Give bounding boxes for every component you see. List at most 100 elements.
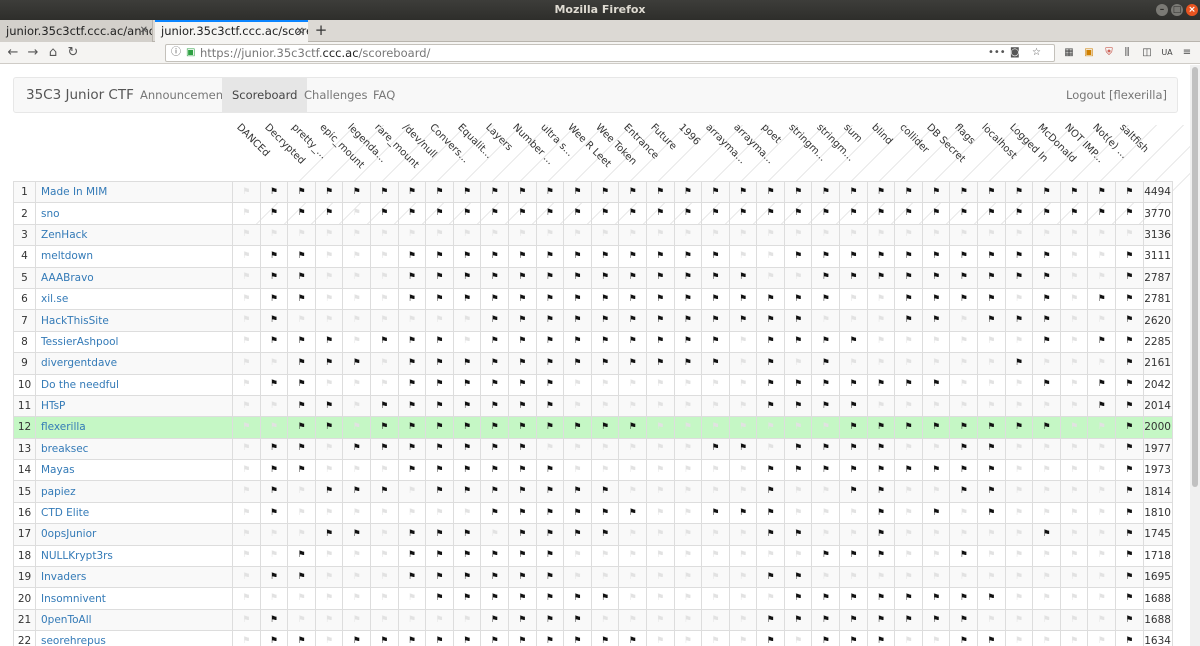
solved-flag-icon: ⚑ <box>1115 373 1144 396</box>
team-name-link[interactable]: seorehrepus <box>35 630 233 646</box>
unsolved-flag-icon: ⚑ <box>342 394 371 418</box>
solved-flag-icon: ⚑ <box>756 459 785 482</box>
unsolved-flag-icon: ⚑ <box>645 501 675 525</box>
solved-flag-icon: ⚑ <box>287 437 316 461</box>
team-name-link[interactable]: Do the needful <box>35 373 233 396</box>
new-tab-icon[interactable]: + <box>312 20 330 42</box>
unsolved-flag-icon: ⚑ <box>563 373 592 396</box>
unsolved-flag-icon: ⚑ <box>314 587 344 610</box>
solved-flag-icon: ⚑ <box>480 287 509 311</box>
minimize-icon[interactable]: – <box>1156 4 1168 16</box>
unsolved-flag-icon: ⚑ <box>894 566 923 589</box>
solved-flag-icon: ⚑ <box>425 630 454 646</box>
solved-flag-icon: ⚑ <box>949 630 979 646</box>
unsolved-flag-icon: ⚑ <box>1059 630 1089 646</box>
unsolved-flag-icon: ⚑ <box>342 587 371 610</box>
solved-flag-icon: ⚑ <box>811 202 841 225</box>
unsolved-flag-icon: ⚑ <box>342 245 371 268</box>
ua-icon[interactable]: UA <box>1160 45 1174 61</box>
solved-flag-icon: ⚑ <box>369 416 399 439</box>
team-name-link[interactable]: meltdown <box>35 245 233 268</box>
browser-tab-scoreboard[interactable]: junior.35c3ctf.ccc.ac/scoreb ✕ <box>155 20 308 42</box>
team-name-link[interactable]: breaksec <box>35 437 233 461</box>
solved-flag-icon: ⚑ <box>1115 437 1144 461</box>
team-name-link[interactable]: flexerilla <box>35 416 233 439</box>
unsolved-flag-icon: ⚑ <box>1004 523 1034 546</box>
solved-flag-icon: ⚑ <box>397 266 427 289</box>
pocket-icon[interactable]: ◙ <box>1010 45 1020 61</box>
solved-flag-icon: ⚑ <box>397 202 427 225</box>
back-icon[interactable]: ← <box>4 43 22 63</box>
browser-tab-announcements[interactable]: junior.35c3ctf.ccc.ac/annour ✕ <box>0 20 153 42</box>
logout-link[interactable]: Logout [flexerilla] <box>1066 78 1167 112</box>
ublock-icon[interactable]: ⛨ <box>1102 45 1116 61</box>
library-icon[interactable]: ⫼ <box>1120 45 1134 61</box>
unsolved-flag-icon: ⚑ <box>563 437 592 461</box>
solved-flag-icon: ⚑ <box>673 266 703 289</box>
solved-flag-icon: ⚑ <box>701 309 730 332</box>
solved-flag-icon: ⚑ <box>563 608 592 632</box>
home-icon[interactable]: ⌂ <box>44 43 62 63</box>
team-name-link[interactable]: NULLKrypt3rs <box>35 544 233 568</box>
team-name-link[interactable]: 0penToAll <box>35 608 233 632</box>
solved-flag-icon: ⚑ <box>369 202 399 225</box>
hamburger-menu-icon[interactable]: ≡ <box>1180 45 1194 61</box>
solved-flag-icon: ⚑ <box>369 437 399 461</box>
info-icon[interactable]: ⓘ <box>171 45 181 61</box>
team-name-link[interactable]: CTD Elite <box>35 501 233 525</box>
close-window-icon[interactable]: × <box>1186 4 1198 16</box>
maximize-icon[interactable]: □ <box>1171 4 1183 16</box>
menu-dots-icon[interactable]: ••• <box>988 45 1006 61</box>
reload-icon[interactable]: ↻ <box>64 43 82 63</box>
solved-flag-icon: ⚑ <box>452 266 482 289</box>
solved-flag-icon: ⚑ <box>949 459 979 482</box>
team-name-link[interactable]: ZenHack <box>35 223 233 247</box>
sidebar-icon[interactable]: ◫ <box>1140 45 1154 61</box>
team-name-link[interactable]: HackThisSite <box>35 309 233 332</box>
close-tab-icon[interactable]: ✕ <box>140 20 148 42</box>
team-name-link[interactable]: TessierAshpool <box>35 330 233 354</box>
solved-flag-icon: ⚑ <box>783 459 813 482</box>
address-bar[interactable]: ⓘ ▣ https://junior.35c3ctf.ccc.ac/scoreb… <box>165 44 1055 62</box>
extension-icon[interactable]: ▣ <box>1082 45 1096 61</box>
solved-flag-icon: ⚑ <box>535 394 565 418</box>
unsolved-flag-icon: ⚑ <box>369 566 399 589</box>
team-name-link[interactable]: divergentdave <box>35 352 233 375</box>
unsolved-flag-icon: ⚑ <box>618 437 647 461</box>
team-name-link[interactable]: 0opsJunior <box>35 523 233 546</box>
solved-flag-icon: ⚑ <box>342 352 371 375</box>
unsolved-flag-icon: ⚑ <box>452 223 482 247</box>
team-name-link[interactable]: AAABravo <box>35 266 233 289</box>
team-name-link[interactable]: Mayas <box>35 459 233 482</box>
team-name-link[interactable]: Insomnivent <box>35 587 233 610</box>
unsolved-flag-icon: ⚑ <box>535 437 565 461</box>
solved-flag-icon: ⚑ <box>452 416 482 439</box>
unsolved-flag-icon: ⚑ <box>673 223 703 247</box>
team-name-link[interactable]: HTsP <box>35 394 233 418</box>
nav-faq[interactable]: FAQ <box>363 78 405 112</box>
extension-icon[interactable]: ▦ <box>1062 45 1076 61</box>
challenge-name: 1996 <box>676 122 702 148</box>
solved-flag-icon: ⚑ <box>949 437 979 461</box>
site-brand[interactable]: 35C3 Junior CTF <box>26 78 134 112</box>
unsolved-flag-icon: ⚑ <box>342 416 371 439</box>
scrollbar-thumb[interactable] <box>1192 67 1198 487</box>
bookmark-star-icon[interactable]: ☆ <box>1032 45 1041 61</box>
team-name-link[interactable]: sno <box>35 202 233 225</box>
team-name-link[interactable]: Invaders <box>35 566 233 589</box>
team-name-link[interactable]: papiez <box>35 480 233 503</box>
team-name-link[interactable]: Made In MIM <box>35 180 233 204</box>
solved-flag-icon: ⚑ <box>673 245 703 268</box>
unsolved-flag-icon: ⚑ <box>921 330 951 354</box>
unsolved-flag-icon: ⚑ <box>1032 501 1061 525</box>
solved-flag-icon: ⚑ <box>783 394 813 418</box>
team-name-link[interactable]: xil.se <box>35 287 233 311</box>
close-tab-icon[interactable]: ✕ <box>296 22 304 41</box>
forward-icon[interactable]: → <box>24 43 42 63</box>
solved-flag-icon: ⚑ <box>259 266 289 289</box>
unsolved-flag-icon: ⚑ <box>839 287 868 311</box>
solved-flag-icon: ⚑ <box>287 245 316 268</box>
unsolved-flag-icon: ⚑ <box>673 480 703 503</box>
team-rank: 1 <box>13 180 36 204</box>
scrollbar[interactable] <box>1190 65 1200 646</box>
